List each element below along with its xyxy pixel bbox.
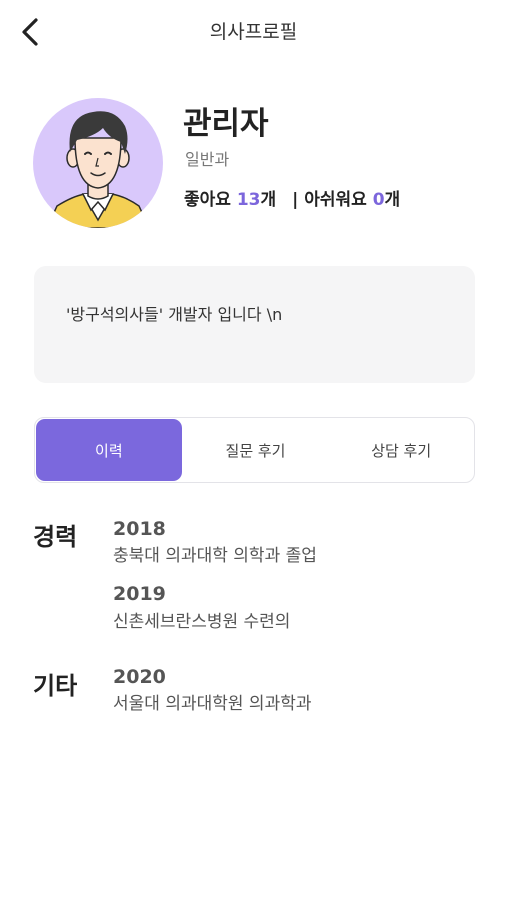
career-year: 2019 <box>113 583 166 605</box>
dislikes-label: 아쉬워요 <box>304 190 367 210</box>
doctor-name: 관리자 <box>183 106 269 142</box>
career-section-label: 경력 <box>33 523 78 551</box>
career-description: 신촌세브란스병원 수련의 <box>113 612 291 632</box>
likes-label: 좋아요 <box>184 190 231 210</box>
stats-separator: | <box>292 190 299 210</box>
avatar <box>33 98 163 228</box>
intro-box: '방구석의사들' 개발자 입니다 \n <box>34 266 475 383</box>
etc-year: 2020 <box>113 666 166 688</box>
intro-text: '방구석의사들' 개발자 입니다 \n <box>66 305 283 324</box>
dislikes-count: 0 <box>372 190 385 210</box>
tab-history[interactable]: 이력 <box>36 419 182 481</box>
profile-tabs: 이력 질문 후기 상담 후기 <box>34 417 475 483</box>
reaction-stats: 좋아요 13개 | 아쉬워요 0개 <box>184 185 400 210</box>
page-title: 의사프로필 <box>209 21 298 43</box>
career-year: 2018 <box>113 518 166 540</box>
etc-section-label: 기타 <box>33 672 78 700</box>
doctor-department: 일반과 <box>185 150 230 169</box>
doctor-avatar-illustration <box>46 111 150 228</box>
likes-unit: 개 <box>260 190 277 210</box>
doctor-profile-screen: 의사프로필 관리자 일반과 좋아요 13개 | 아쉬워요 0개 '방구석의사들'… <box>0 0 507 900</box>
header: 의사프로필 <box>0 0 507 62</box>
tab-question-reviews[interactable]: 질문 후기 <box>183 418 329 482</box>
etc-description: 서울대 의과대학원 의과학과 <box>113 694 312 714</box>
career-description: 충북대 의과대학 의학과 졸업 <box>113 546 317 566</box>
dislikes-unit: 개 <box>384 190 401 210</box>
tab-consult-reviews[interactable]: 상담 후기 <box>328 418 474 482</box>
likes-count: 13 <box>236 190 261 210</box>
